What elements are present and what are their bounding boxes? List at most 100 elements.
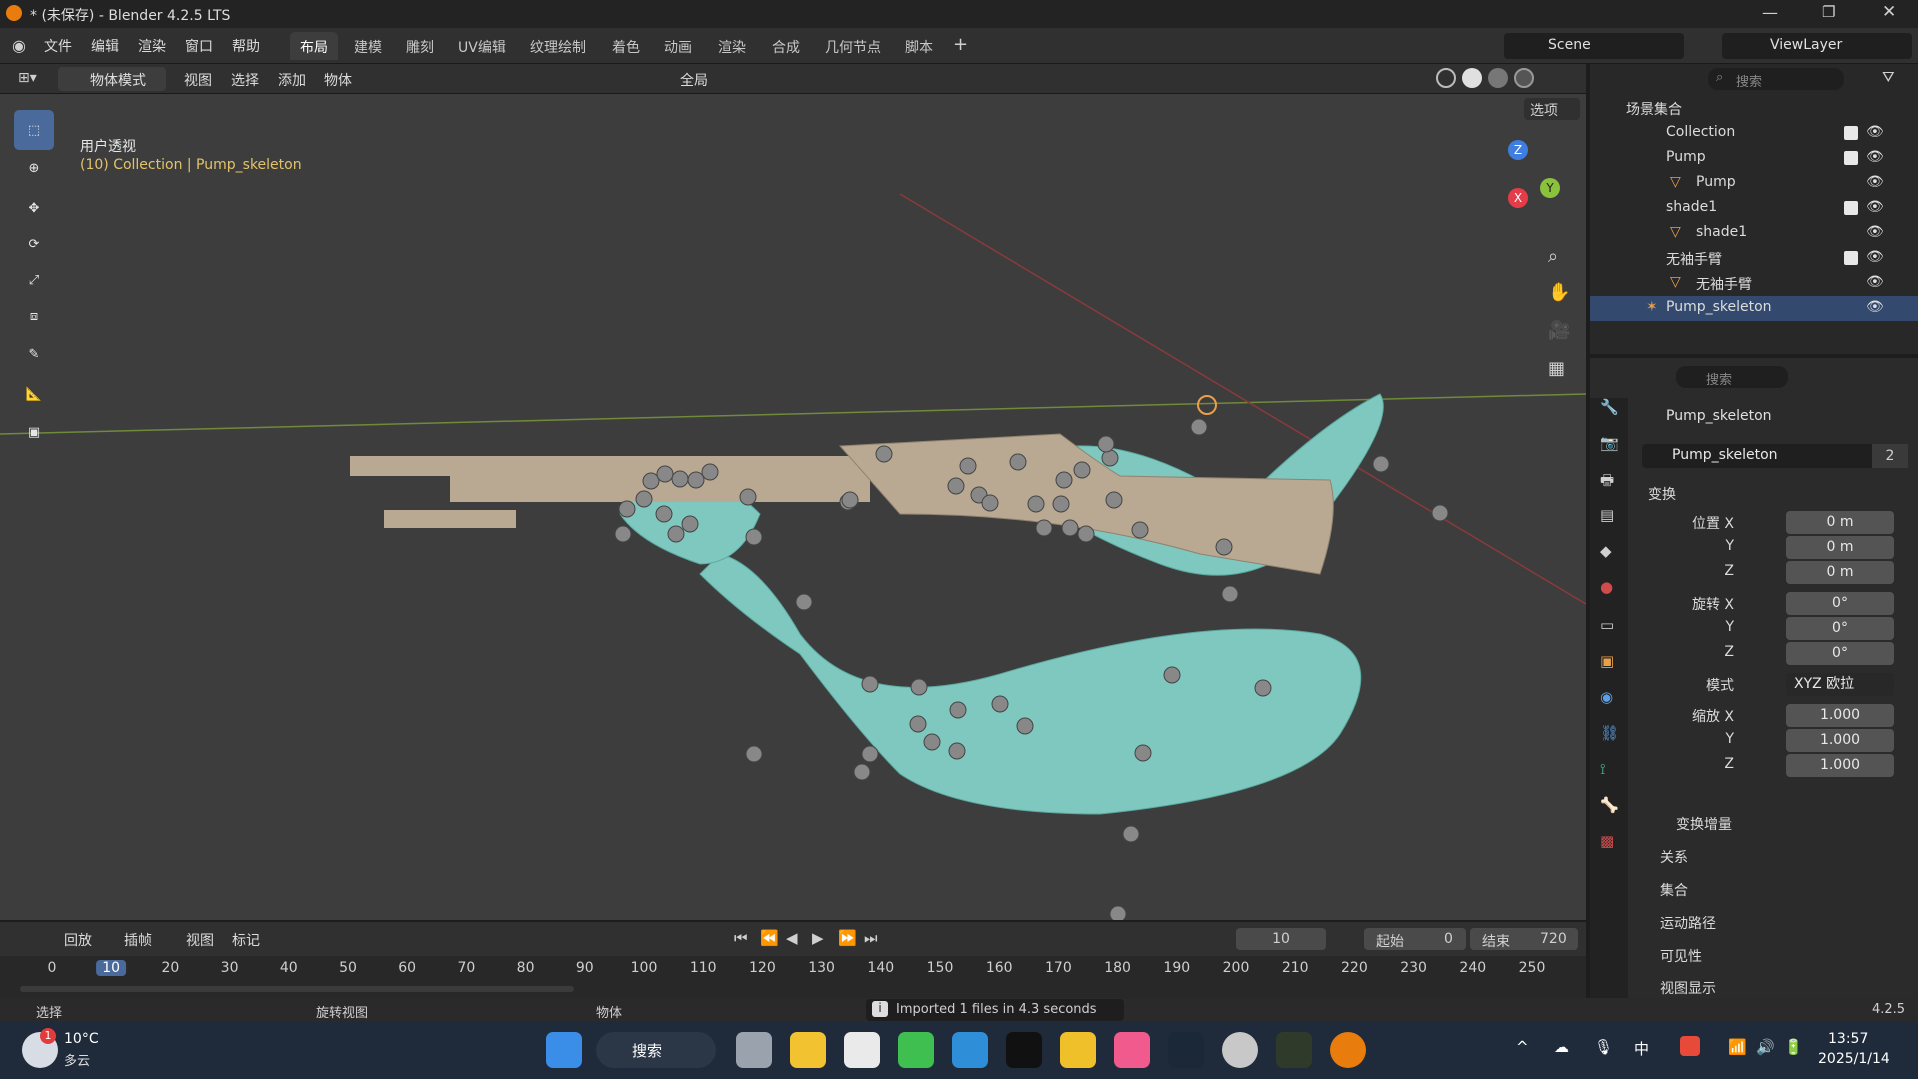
mode-dropdown[interactable]: 物体模式: [58, 67, 166, 91]
zoom-icon[interactable]: ⌕: [1548, 246, 1558, 267]
add-cube-tool[interactable]: ▣: [14, 412, 54, 452]
current-frame-field[interactable]: 10: [1236, 928, 1326, 950]
menu-add[interactable]: 添加: [278, 70, 306, 90]
tiktok-icon[interactable]: [1006, 1032, 1042, 1068]
scale-tool[interactable]: ⤢: [14, 260, 54, 300]
battery-icon[interactable]: 🔋: [1784, 1038, 1803, 1056]
tab-modeling[interactable]: 建模: [344, 32, 392, 60]
options-dropdown[interactable]: 选项: [1524, 98, 1580, 120]
outliner-search[interactable]: ⌕ 搜索: [1708, 68, 1844, 90]
tab-sculpting[interactable]: 雕刻: [396, 32, 444, 60]
menu-select[interactable]: 选择: [231, 70, 259, 90]
annotate-tool[interactable]: ✎: [14, 334, 54, 374]
material-shading-icon[interactable]: [1488, 68, 1508, 88]
menu-render[interactable]: 渲染: [138, 36, 166, 56]
menu-playback[interactable]: 回放: [64, 930, 92, 950]
rotation-z-field[interactable]: 0°: [1786, 642, 1894, 665]
blender-menu-icon[interactable]: ◉: [12, 36, 26, 55]
tab-rendering[interactable]: 渲染: [708, 32, 756, 60]
taskbar-search[interactable]: 搜索: [596, 1032, 716, 1068]
physics-tab-icon[interactable]: ◉: [1600, 688, 1613, 706]
properties-search[interactable]: 搜索: [1676, 366, 1788, 388]
close-button[interactable]: ✕: [1882, 2, 1896, 22]
app-icon-yellow[interactable]: [1060, 1032, 1096, 1068]
ortho-grid-icon[interactable]: ▦: [1548, 358, 1565, 379]
visibility-panel[interactable]: 可见性: [1660, 946, 1702, 966]
scale-z-field[interactable]: 1.000: [1786, 754, 1894, 777]
delta-transform-panel[interactable]: 变换增量: [1676, 814, 1732, 834]
scale-x-field[interactable]: 1.000: [1786, 704, 1894, 727]
clock-date[interactable]: 2025/1/14: [1818, 1051, 1890, 1067]
app-icon-round[interactable]: [1222, 1032, 1258, 1068]
eye-icon[interactable]: 👁: [1866, 149, 1884, 165]
play-icon[interactable]: ▶: [812, 929, 824, 947]
menu-help[interactable]: 帮助: [232, 36, 260, 56]
qq-icon[interactable]: [844, 1032, 880, 1068]
eye-icon[interactable]: 👁: [1866, 274, 1884, 290]
move-tool[interactable]: ✥: [14, 188, 54, 228]
eye-icon[interactable]: 👁: [1866, 299, 1884, 315]
camera-view-icon[interactable]: 🎥: [1548, 320, 1570, 341]
armature-data-tab-icon[interactable]: ⟟: [1600, 760, 1606, 778]
location-y-field[interactable]: 0 m: [1786, 536, 1894, 559]
start-button[interactable]: [546, 1032, 582, 1068]
object-tab-icon[interactable]: ▣: [1600, 652, 1614, 670]
outliner-row-shade1-collection[interactable]: shade1 👁: [1590, 196, 1918, 221]
tool-tab-icon[interactable]: 🔧: [1600, 398, 1619, 416]
outliner-row-collection[interactable]: Collection 👁: [1590, 121, 1918, 146]
scene-tab-icon[interactable]: ◆: [1600, 542, 1612, 560]
menu-object[interactable]: 物体: [324, 70, 352, 90]
motion-paths-panel[interactable]: 运动路径: [1660, 913, 1716, 933]
exclude-checkbox[interactable]: [1844, 151, 1858, 165]
rotation-mode-dropdown[interactable]: XYZ 欧拉: [1786, 673, 1894, 696]
collection-tab-icon[interactable]: ▭: [1600, 616, 1614, 634]
app-icon-green[interactable]: [1276, 1032, 1312, 1068]
start-frame-field[interactable]: 起始 0: [1364, 928, 1466, 950]
timeline-area[interactable]: 0 10 20 30 40 50 60 70 80 90 100 110 120 130 140 150 160…: [0, 956, 1586, 998]
exclude-checkbox[interactable]: [1844, 251, 1858, 265]
orientation-dropdown[interactable]: 全局: [680, 70, 708, 90]
viewport-display-panel[interactable]: 视图显示: [1660, 978, 1716, 998]
view-layer-selector[interactable]: ViewLayer: [1722, 33, 1912, 59]
transform-tool[interactable]: ⧈: [14, 296, 54, 336]
measure-tool[interactable]: 📐: [14, 374, 54, 414]
filter-icon[interactable]: ⛛: [1882, 68, 1895, 86]
add-workspace-button[interactable]: +: [953, 34, 968, 55]
collections-panel[interactable]: 集合: [1660, 880, 1688, 900]
gizmo-z[interactable]: Z: [1508, 140, 1528, 160]
eye-icon[interactable]: 👁: [1866, 224, 1884, 240]
view-layer-tab-icon[interactable]: ▤: [1600, 506, 1614, 524]
3d-viewport[interactable]: ⬚ ⊕ ✥ ⟳ ⤢ ⧈ ✎ 📐 ▣ 用户透视 (10) Collection |…: [0, 94, 1586, 920]
edge-icon[interactable]: [952, 1032, 988, 1068]
maximize-button[interactable]: ❐: [1822, 3, 1835, 21]
ime-indicator[interactable]: 中: [1634, 1038, 1649, 1059]
jump-keyframe-back-icon[interactable]: ⏪: [760, 929, 779, 947]
constraints-tab-icon[interactable]: ⛓: [1600, 724, 1619, 742]
menu-view-timeline[interactable]: 视图: [186, 930, 214, 950]
gizmo-x[interactable]: X: [1508, 188, 1528, 208]
exclude-checkbox[interactable]: [1844, 126, 1858, 140]
mic-icon[interactable]: 🎙: [1594, 1038, 1613, 1056]
rotation-y-field[interactable]: 0°: [1786, 617, 1894, 640]
transform-panel-title[interactable]: 变换: [1648, 484, 1676, 504]
navigation-gizmo[interactable]: Z X Y: [1476, 140, 1560, 224]
play-reverse-icon[interactable]: ◀: [786, 929, 798, 947]
rotate-tool[interactable]: ⟳: [14, 224, 54, 264]
task-view-icon[interactable]: [736, 1032, 772, 1068]
app-tray-icon[interactable]: [1680, 1036, 1700, 1056]
select-box-tool[interactable]: ⬚: [14, 110, 54, 150]
file-explorer-icon[interactable]: [790, 1032, 826, 1068]
tab-scripting[interactable]: 脚本: [895, 32, 943, 60]
eye-icon[interactable]: 👁: [1866, 174, 1884, 190]
relations-panel[interactable]: 关系: [1660, 847, 1688, 867]
scene-selector[interactable]: Scene: [1504, 33, 1684, 59]
exclude-checkbox[interactable]: [1844, 201, 1858, 215]
minimize-button[interactable]: —: [1762, 3, 1778, 22]
bone-tab-icon[interactable]: 🦴: [1600, 796, 1619, 814]
world-tab-icon[interactable]: ●: [1600, 578, 1613, 596]
jump-keyframe-forward-icon[interactable]: ⏩: [838, 929, 857, 947]
tab-compositing[interactable]: 合成: [762, 32, 810, 60]
eye-icon[interactable]: 👁: [1866, 249, 1884, 265]
timeline-scrollbar[interactable]: [20, 986, 574, 992]
tab-animation[interactable]: 动画: [654, 32, 702, 60]
